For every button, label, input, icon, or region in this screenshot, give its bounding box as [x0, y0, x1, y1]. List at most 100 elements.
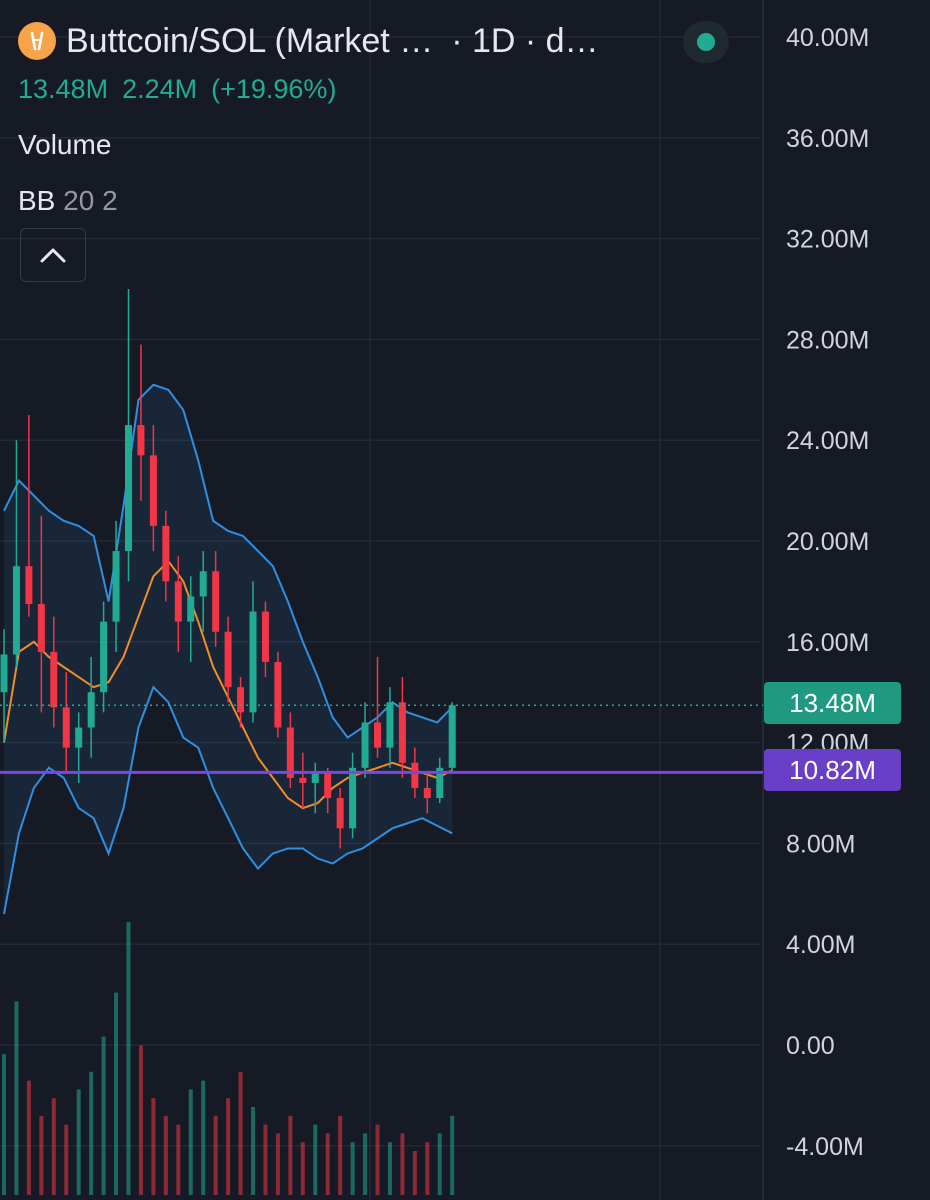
- volume-bar: [64, 1124, 69, 1195]
- volume-bar: [338, 1115, 343, 1195]
- candle-body: [324, 772, 332, 799]
- volume-bar: [14, 1001, 19, 1195]
- volume-bar: [76, 1089, 81, 1195]
- candle-body: [249, 611, 257, 713]
- collapse-legend-button[interactable]: [20, 228, 86, 282]
- candle-body: [149, 455, 157, 526]
- horizontal-line-tag[interactable]: 10.82M: [764, 749, 901, 791]
- volume-bar: [176, 1124, 181, 1195]
- volume-bar: [313, 1124, 318, 1195]
- volume-bar: [126, 922, 131, 1195]
- candle-body: [212, 571, 220, 632]
- volume-bar: [437, 1133, 442, 1195]
- candle-body: [87, 692, 95, 728]
- candle-body: [349, 767, 357, 829]
- volume-bar: [300, 1142, 305, 1195]
- change-abs: 2.24M: [122, 74, 198, 104]
- volume-bar: [251, 1107, 255, 1195]
- volume-bar: [138, 1045, 143, 1195]
- volume-bar: [325, 1133, 330, 1195]
- volume-bar: [238, 1071, 243, 1195]
- candle-body: [12, 566, 20, 655]
- price-axis: 40.00M 36.00M 32.00M 28.00M 24.00M 20.00M 16.0…: [786, 24, 869, 1161]
- candle-body: [423, 787, 431, 799]
- candle-body: [224, 631, 232, 688]
- coin-logo-icon: [18, 22, 56, 60]
- candle-body: [237, 687, 245, 713]
- interval-label[interactable]: · 1D · d…: [451, 22, 598, 61]
- y-tick-label: 16.00M: [786, 629, 869, 657]
- volume-bar: [39, 1115, 44, 1195]
- y-tick-label: 4.00M: [786, 931, 855, 959]
- candle-body: [336, 798, 344, 829]
- volume-bar: [387, 1142, 392, 1195]
- y-tick-label: 32.00M: [786, 226, 869, 254]
- last-price-tag: 13.48M: [764, 682, 901, 724]
- candle-body: [25, 566, 33, 604]
- volume-bar: [101, 1036, 106, 1195]
- candle-body: [311, 772, 319, 783]
- chart-legend: Buttcoin/SOL (Market … · 1D · d… 13.48M …: [18, 20, 599, 217]
- volume-bar: [51, 1098, 56, 1195]
- y-tick-label: -4.00M: [786, 1133, 864, 1161]
- chevron-up-icon: [40, 248, 66, 263]
- candle-body: [50, 651, 58, 708]
- volume-bar: [450, 1115, 455, 1195]
- candle-body: [162, 525, 170, 582]
- volume-bars: [2, 922, 455, 1195]
- candle-body: [299, 777, 307, 783]
- y-tick-label: 36.00M: [786, 125, 869, 153]
- volume-bar: [201, 1080, 206, 1195]
- volume-bar: [412, 1151, 417, 1195]
- volume-bar: [26, 1080, 31, 1195]
- volume-bar: [213, 1115, 218, 1195]
- candle-body: [137, 425, 145, 456]
- indicator-volume[interactable]: Volume: [18, 129, 599, 161]
- volume-bar: [275, 1133, 280, 1195]
- y-tick-label: 40.00M: [786, 24, 869, 52]
- volume-bar: [163, 1115, 168, 1195]
- candle-body: [286, 727, 294, 778]
- market-status-indicator[interactable]: [683, 21, 729, 63]
- candle-body: [274, 661, 282, 728]
- y-tick-label: 0.00: [786, 1032, 835, 1060]
- candle-body: [37, 604, 45, 652]
- volume-bar: [114, 992, 119, 1195]
- y-tick-label: 20.00M: [786, 528, 869, 556]
- indicator-bb-params: 20 2: [63, 185, 118, 216]
- volume-bar: [425, 1142, 430, 1195]
- candle-body: [398, 702, 406, 763]
- indicator-bb[interactable]: BB 20 2: [18, 185, 599, 217]
- candle-body: [361, 722, 369, 768]
- volume-bar: [288, 1115, 293, 1195]
- y-tick-label: 8.00M: [786, 830, 855, 858]
- volume-bar: [400, 1133, 405, 1195]
- candle-body: [187, 596, 195, 622]
- change-pct: (+19.96%): [211, 74, 337, 104]
- volume-bar: [350, 1142, 355, 1195]
- volume-bar: [188, 1089, 193, 1195]
- volume-bar: [89, 1071, 94, 1195]
- candle-body: [199, 571, 207, 597]
- volume-bar: [2, 1054, 6, 1195]
- volume-bar: [226, 1098, 231, 1195]
- candle-body: [112, 551, 120, 622]
- candle-body: [100, 621, 108, 693]
- candle-body: [386, 702, 394, 748]
- market-open-status-icon: [697, 33, 715, 51]
- volume-bar: [151, 1098, 156, 1195]
- candle-body: [411, 762, 419, 788]
- indicator-bb-name: BB: [18, 185, 56, 216]
- volume-bar: [375, 1124, 380, 1195]
- candle-body: [448, 705, 456, 768]
- candle-body: [261, 611, 269, 662]
- candle-body: [125, 425, 132, 552]
- candle-body: [0, 654, 8, 693]
- candle-body: [174, 581, 182, 622]
- last-value: 13.48M: [18, 74, 109, 104]
- y-tick-label: 28.00M: [786, 326, 869, 354]
- price-values: 13.48M 2.24M (+19.96%): [18, 74, 599, 105]
- volume-bar: [363, 1133, 368, 1195]
- y-tick-label: 24.00M: [786, 427, 869, 455]
- symbol-title[interactable]: Buttcoin/SOL (Market …: [66, 22, 433, 61]
